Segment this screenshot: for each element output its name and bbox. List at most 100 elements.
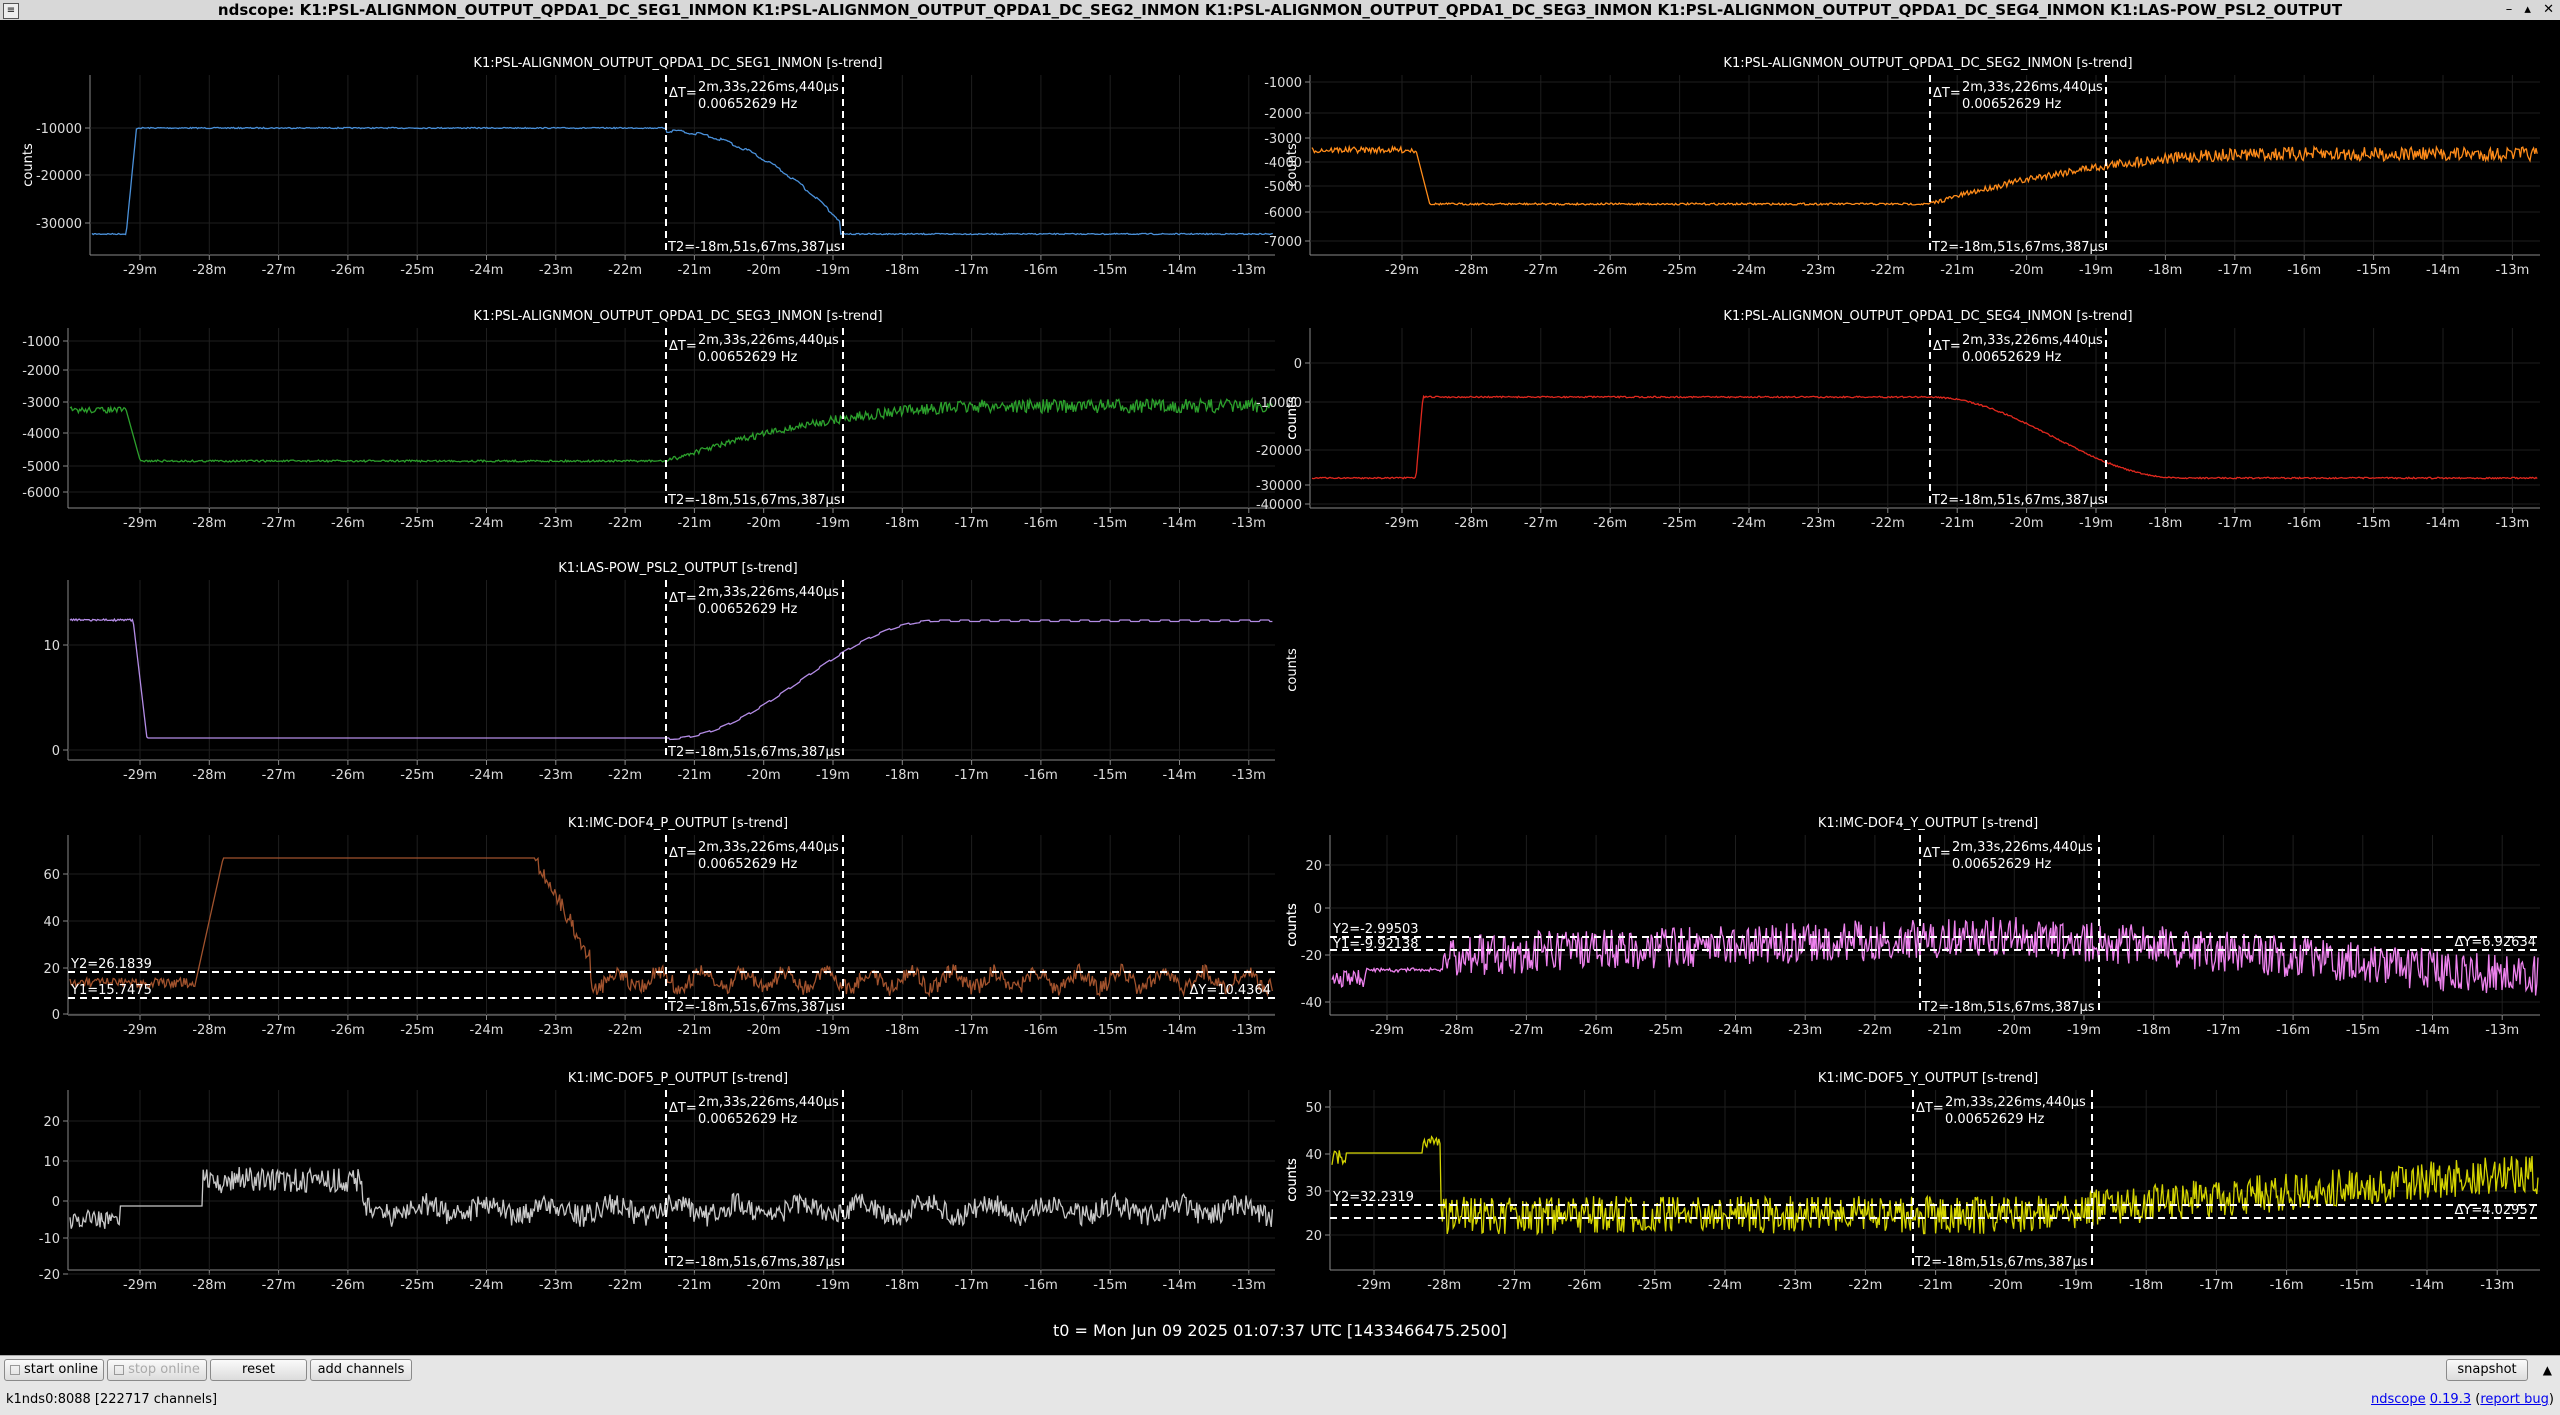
x-tick-label: -20m xyxy=(1997,1023,2031,1038)
x-tick-label: -27m xyxy=(1524,263,1558,278)
y-tick-label: -6000 xyxy=(1264,206,1302,221)
y-tick-label: -40000 xyxy=(1256,498,1302,513)
version-link[interactable]: 0.19.3 xyxy=(2430,1392,2471,1407)
x-tick-label: -16m xyxy=(2287,516,2321,531)
frequency-value: 0.00652629 Hz xyxy=(1945,1112,2044,1127)
x-tick-label: -22m xyxy=(608,263,642,278)
x-tick-label: -22m xyxy=(608,768,642,783)
ndscope-link[interactable]: ndscope xyxy=(2371,1392,2426,1407)
x-tick-label: -21m xyxy=(1919,1278,1953,1293)
x-tick-label: -24m xyxy=(470,768,504,783)
x-tick-label: -17m xyxy=(955,263,989,278)
x-tick-label: -25m xyxy=(400,1023,434,1038)
report-bug-link[interactable]: report bug xyxy=(2480,1392,2549,1407)
x-tick-label: -21m xyxy=(677,1023,711,1038)
maximize-icon[interactable]: ▴ xyxy=(2524,2,2531,17)
x-tick-label: -24m xyxy=(1708,1278,1742,1293)
delta-t-label: ΔT= xyxy=(1923,846,1951,861)
y2-label: Y2=-2.99503 xyxy=(1332,922,1419,937)
x-tick-label: -20m xyxy=(1989,1278,2023,1293)
scope-plot-area[interactable]: K1:PSL-ALIGNMON_OUTPUT_QPDA1_DC_SEG1_INM… xyxy=(0,20,2560,1354)
delta-y-label: ΔY=6.92634 xyxy=(2455,935,2537,950)
x-tick-label: -13m xyxy=(1232,768,1266,783)
y-tick-label: 20 xyxy=(43,962,60,977)
reset-button[interactable]: reset xyxy=(210,1359,307,1381)
x-tick-label: -28m xyxy=(192,1278,226,1293)
x-tick-label: -26m xyxy=(1579,1023,1613,1038)
x-tick-label: -22m xyxy=(1871,263,1905,278)
x-tick-label: -21m xyxy=(1940,516,1974,531)
x-tick-label: -25m xyxy=(1663,516,1697,531)
x-tick-label: -26m xyxy=(1593,516,1627,531)
plot-title: K1:IMC-DOF4_P_OUTPUT [s-trend] xyxy=(568,816,788,831)
x-tick-label: -17m xyxy=(2218,516,2252,531)
x-tick-label: -29m xyxy=(123,1278,157,1293)
x-tick-label: -16m xyxy=(1024,1023,1058,1038)
x-tick-label: -25m xyxy=(1649,1023,1683,1038)
frequency-value: 0.00652629 Hz xyxy=(698,97,797,112)
delta-t-value: 2m,33s,226ms,440µs xyxy=(698,585,839,600)
window-controls: – ▴ ✕ xyxy=(2498,0,2554,20)
x-tick-label: -16m xyxy=(1024,263,1058,278)
x-tick-label: -16m xyxy=(2287,263,2321,278)
t2-label: T2=-18m,51s,67ms,387µs xyxy=(667,1255,841,1270)
x-tick-label: -21m xyxy=(1928,1023,1962,1038)
frequency-value: 0.00652629 Hz xyxy=(698,602,797,617)
frequency-value: 0.00652629 Hz xyxy=(1952,857,2051,872)
x-tick-label: -14m xyxy=(1163,1023,1197,1038)
x-tick-label: -19m xyxy=(2059,1278,2093,1293)
frequency-value: 0.00652629 Hz xyxy=(698,857,797,872)
delta-t-value: 2m,33s,226ms,440µs xyxy=(1952,840,2093,855)
y-tick-label: -3000 xyxy=(22,396,60,411)
y-tick-label: 20 xyxy=(1305,859,1322,874)
stop-online-checkbox xyxy=(114,1364,125,1375)
y2-label: Y2=26.1839 xyxy=(70,957,152,972)
x-tick-label: -13m xyxy=(1232,1278,1266,1293)
stop-online-button: stop online xyxy=(107,1359,207,1381)
y-tick-label: 0 xyxy=(52,1008,60,1023)
x-tick-label: -21m xyxy=(677,263,711,278)
y-tick-label: -30000 xyxy=(1256,479,1302,494)
x-tick-label: -25m xyxy=(1638,1278,1672,1293)
t2-label: T2=-18m,51s,67ms,387µs xyxy=(1931,240,2105,255)
add-channels-button[interactable]: add channels xyxy=(310,1359,412,1381)
t0-label: t0 = Mon Jun 09 2025 01:07:37 UTC [14334… xyxy=(1053,1321,1507,1340)
y-tick-label: -10 xyxy=(39,1232,60,1247)
x-tick-label: -24m xyxy=(470,1023,504,1038)
x-tick-label: -29m xyxy=(1385,263,1419,278)
y-tick-label: 20 xyxy=(43,1115,60,1130)
x-tick-label: -19m xyxy=(2079,516,2113,531)
y-tick-label: -5000 xyxy=(22,460,60,475)
x-tick-label: -21m xyxy=(677,516,711,531)
y-tick-label: -10000 xyxy=(36,122,82,137)
minimize-icon[interactable]: – xyxy=(2506,2,2513,17)
y-tick-label: 40 xyxy=(1305,1148,1322,1163)
x-tick-label: -17m xyxy=(955,516,989,531)
x-tick-label: -13m xyxy=(2495,263,2529,278)
start-online-button[interactable]: start online xyxy=(4,1359,104,1381)
stop-online-label: stop online xyxy=(128,1362,200,1377)
x-tick-label: -22m xyxy=(608,1278,642,1293)
x-tick-label: -23m xyxy=(539,1023,573,1038)
x-tick-label: -29m xyxy=(1385,516,1419,531)
y1-label: Y1=15.7475 xyxy=(70,983,152,998)
x-tick-label: -21m xyxy=(677,1278,711,1293)
x-tick-label: -28m xyxy=(192,263,226,278)
snapshot-button[interactable]: snapshot xyxy=(2446,1359,2528,1381)
x-tick-label: -14m xyxy=(2426,263,2460,278)
y-tick-label: -2000 xyxy=(1264,107,1302,122)
collapse-arrow-icon[interactable]: ▲ xyxy=(2543,1363,2552,1377)
x-tick-label: -19m xyxy=(816,768,850,783)
x-tick-label: -15m xyxy=(1093,1278,1127,1293)
y-tick-label: 50 xyxy=(1305,1101,1322,1116)
delta-t-value: 2m,33s,226ms,440µs xyxy=(1962,80,2103,95)
x-tick-label: -21m xyxy=(1940,263,1974,278)
close-icon[interactable]: ✕ xyxy=(2543,2,2554,17)
y-tick-label: 10 xyxy=(43,1155,60,1170)
x-tick-label: -16m xyxy=(2276,1023,2310,1038)
x-tick-label: -21m xyxy=(677,768,711,783)
x-tick-label: -27m xyxy=(1509,1023,1543,1038)
x-tick-label: -14m xyxy=(2426,516,2460,531)
x-tick-label: -17m xyxy=(2218,263,2252,278)
y-tick-label: -20 xyxy=(39,1268,60,1283)
